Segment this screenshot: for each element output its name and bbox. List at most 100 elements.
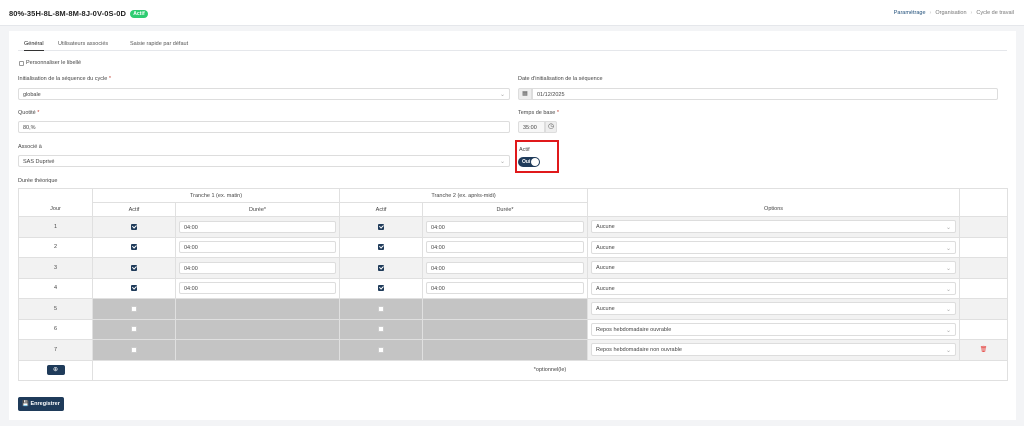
day-number: 2 (18, 236, 93, 258)
options-select[interactable]: Aucune ⌄ (591, 220, 957, 234)
actif-2-checkbox[interactable] (378, 305, 385, 312)
options-cell: Aucune ⌄ (587, 216, 961, 238)
page-title: 80%-35H-8L-8M-8M-8J-0V-0S-0D Actif (9, 9, 148, 18)
footer-note: *optionnel(le) (91, 359, 1009, 381)
options-select[interactable]: Aucune ⌄ (591, 240, 957, 254)
chevron-down-icon: ⌄ (946, 327, 952, 334)
options-cell: Repos hebdomadaire non ouvrable ⌄ (587, 339, 961, 361)
actif-2-cell (339, 216, 424, 238)
duree-1-cell: 04:00 (174, 277, 341, 299)
chevron-down-icon: ⌄ (499, 92, 505, 98)
trash-icon[interactable]: 🗑 (980, 347, 988, 353)
options-cell: Aucune ⌄ (587, 257, 961, 279)
actif-1-checkbox[interactable] (131, 305, 137, 312)
options-select[interactable]: Aucune ⌄ (591, 281, 957, 295)
breadcrumb-organisation[interactable]: Organisation (935, 10, 966, 16)
table-row: 2 04:00 04:00 Aucune ⌄ (18, 236, 1009, 258)
options-select[interactable]: Repos hebdomadaire ouvrable ⌄ (591, 322, 957, 336)
duree-table: Jour Tranche 1 (ex. matin) Tranche 2 (ex… (18, 188, 1009, 381)
duree-1-cell (174, 318, 341, 340)
actif-1-checkbox[interactable] (131, 244, 137, 251)
options-select[interactable]: Aucune ⌄ (591, 261, 957, 275)
actif-1-cell (92, 298, 176, 320)
header-duree-1: Durée* (174, 202, 341, 217)
breadcrumb-cycle: Cycle de travail (976, 10, 1014, 16)
table-footer-row: ⊕ *optionnel(le) (18, 359, 1009, 381)
duree-theorique-label: Durée théorique (18, 178, 58, 184)
actif-1-checkbox[interactable] (131, 326, 137, 333)
actif-2-checkbox[interactable] (378, 223, 385, 230)
actif-label: Actif (519, 147, 530, 153)
option-value: Aucune (596, 306, 615, 313)
main-card: Général Utilisateurs associés Saisie rap… (9, 31, 1016, 420)
associe-select[interactable]: SAS Duprivé ⌄ (18, 155, 510, 167)
tab-utilisateurs[interactable]: Utilisateurs associés (58, 41, 108, 47)
actif-2-checkbox[interactable] (378, 326, 385, 333)
clock-icon[interactable]: ◷ (545, 121, 557, 133)
duree-2-input[interactable]: 04:00 (426, 241, 585, 254)
temps-base-label: Temps de base * (518, 110, 559, 116)
breadcrumb: Paramétrage › Organisation › Cycle de travai… (894, 10, 1014, 16)
actif-2-cell (339, 318, 424, 340)
actif-1-checkbox[interactable] (131, 223, 137, 230)
top-bar: 80%-35H-8L-8M-8M-8J-0V-0S-0D Actif Param… (0, 0, 1024, 26)
duree-1-cell (174, 298, 341, 320)
duree-1-input[interactable]: 04:00 (179, 282, 337, 295)
breadcrumb-separator: › (970, 10, 973, 16)
options-select[interactable]: Repos hebdomadaire non ouvrable ⌄ (591, 343, 957, 357)
day-number: 5 (18, 298, 93, 320)
duree-1-input[interactable]: 04:00 (179, 220, 337, 233)
quotite-input[interactable]: 80,% (18, 121, 510, 133)
day-number: 1 (18, 216, 93, 238)
actif-2-cell (339, 236, 424, 258)
header-actif-1: Actif (92, 202, 176, 217)
actif-2-cell (339, 277, 424, 299)
tab-general[interactable]: Général (24, 41, 44, 51)
actions-cell (959, 216, 1009, 238)
breadcrumb-separator: › (929, 10, 932, 16)
init-date-input[interactable]: 01/12/2025 (532, 88, 998, 100)
actions-cell: 🗑 (959, 339, 1009, 361)
tab-saisie-rapide[interactable]: Saisie rapide par défaut (130, 41, 188, 47)
temps-base-input[interactable]: 35:00 (518, 121, 545, 133)
header-actif-2: Actif (339, 202, 424, 217)
toggle-knob (531, 158, 539, 166)
actif-1-checkbox[interactable] (131, 346, 137, 353)
actif-2-checkbox[interactable] (378, 346, 385, 353)
duree-2-input[interactable]: 04:00 (426, 261, 585, 274)
actif-2-checkbox[interactable] (378, 244, 385, 251)
header-tranche2: Tranche 2 (ex. après-midi) (339, 188, 589, 203)
duree-1-input[interactable]: 04:00 (179, 261, 337, 274)
options-select[interactable]: Aucune ⌄ (591, 302, 957, 316)
actif-2-checkbox[interactable] (378, 264, 385, 271)
customize-label-checkbox[interactable] (19, 61, 24, 66)
init-sequence-select[interactable]: globale ⌄ (18, 88, 510, 100)
duree-1-input[interactable]: 04:00 (179, 241, 337, 254)
calendar-icon[interactable]: ▦ (518, 88, 532, 100)
options-cell: Aucune ⌄ (587, 277, 961, 299)
save-button[interactable]: 💾 Enregistrer (18, 397, 64, 411)
table-row: 7 Repos hebdomadaire non ouvrable ⌄ 🗑 (18, 339, 1009, 361)
option-value: Aucune (596, 224, 615, 231)
duree-2-cell (422, 339, 589, 361)
breadcrumb-parametrage[interactable]: Paramétrage (894, 10, 926, 16)
actif-1-checkbox[interactable] (131, 264, 137, 271)
actions-cell (959, 257, 1009, 279)
actif-2-checkbox[interactable] (378, 285, 385, 292)
actif-2-cell (339, 339, 424, 361)
duree-2-input[interactable]: 04:00 (426, 282, 585, 295)
table-row: 5 Aucune ⌄ (18, 298, 1009, 320)
table-row: 3 04:00 04:00 Aucune ⌄ (18, 257, 1009, 279)
add-row-button[interactable]: ⊕ (46, 365, 65, 376)
chevron-down-icon: ⌄ (946, 266, 952, 273)
duree-2-cell (422, 318, 589, 340)
associe-value: SAS Duprivé (23, 159, 55, 165)
actif-toggle[interactable]: Oui (518, 157, 540, 167)
table-row: 6 Repos hebdomadaire ouvrable ⌄ (18, 318, 1009, 340)
actif-1-checkbox[interactable] (131, 285, 137, 292)
save-icon: 💾 (22, 401, 29, 407)
actif-1-cell (92, 318, 176, 340)
duree-2-input[interactable]: 04:00 (426, 220, 585, 233)
chevron-down-icon: ⌄ (946, 307, 952, 314)
temps-base-value: 35:00 (523, 125, 537, 131)
